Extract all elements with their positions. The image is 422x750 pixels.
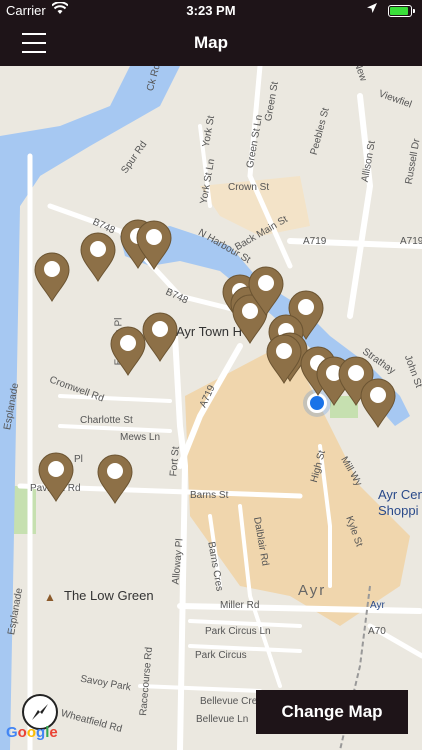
google-logo: Google [6,724,58,741]
map-view[interactable]: Spur Rd York St Ln York St Green St Ln G… [0,66,422,750]
poi-label: The Low Green [64,588,154,603]
street-label: Charlotte St [80,415,133,426]
street-label: A719 [303,236,327,247]
map-pin-icon[interactable] [142,312,178,362]
map-pin-icon[interactable] [360,378,396,428]
street-label: Park Circus Ln [205,626,271,637]
street-label: Bellevue Ln [196,714,249,725]
street-label: Pl [74,454,83,465]
station-label: Ayr [370,600,385,611]
clock: 3:23 PM [186,3,236,18]
map-pin-icon[interactable] [136,220,172,270]
street-label: Crown St [228,182,270,193]
street-label: A719 [400,236,422,247]
map-pin-icon[interactable] [34,252,70,302]
map-pin-icon[interactable] [110,326,146,376]
place-label: Ayr [298,582,327,599]
map-pin-icon[interactable] [266,334,302,384]
map-pin-icon[interactable] [38,452,74,502]
battery-icon [388,5,415,17]
status-bar: Carrier 3:23 PM [0,0,422,20]
street-label: A70 [368,626,386,637]
street-label: Ayr Cen [378,487,422,502]
street-label: Shoppi [378,503,419,518]
map-pin-icon[interactable] [97,454,133,504]
street-label: Park Circus [195,650,247,661]
map-pin-icon[interactable] [80,232,116,282]
page-title: Map [194,33,228,52]
change-map-button[interactable]: Change Map [256,690,408,734]
museum-icon: ▲ [44,590,56,604]
street-label: Bellevue Cres [200,696,263,707]
street-label: Barns St [190,490,229,501]
map-pin-icon[interactable] [248,266,284,316]
navigation-bar: Map [0,20,422,66]
street-label: Miller Rd [220,600,260,611]
location-arrow-icon [366,2,378,17]
street-label: Mews Ln [120,432,161,443]
